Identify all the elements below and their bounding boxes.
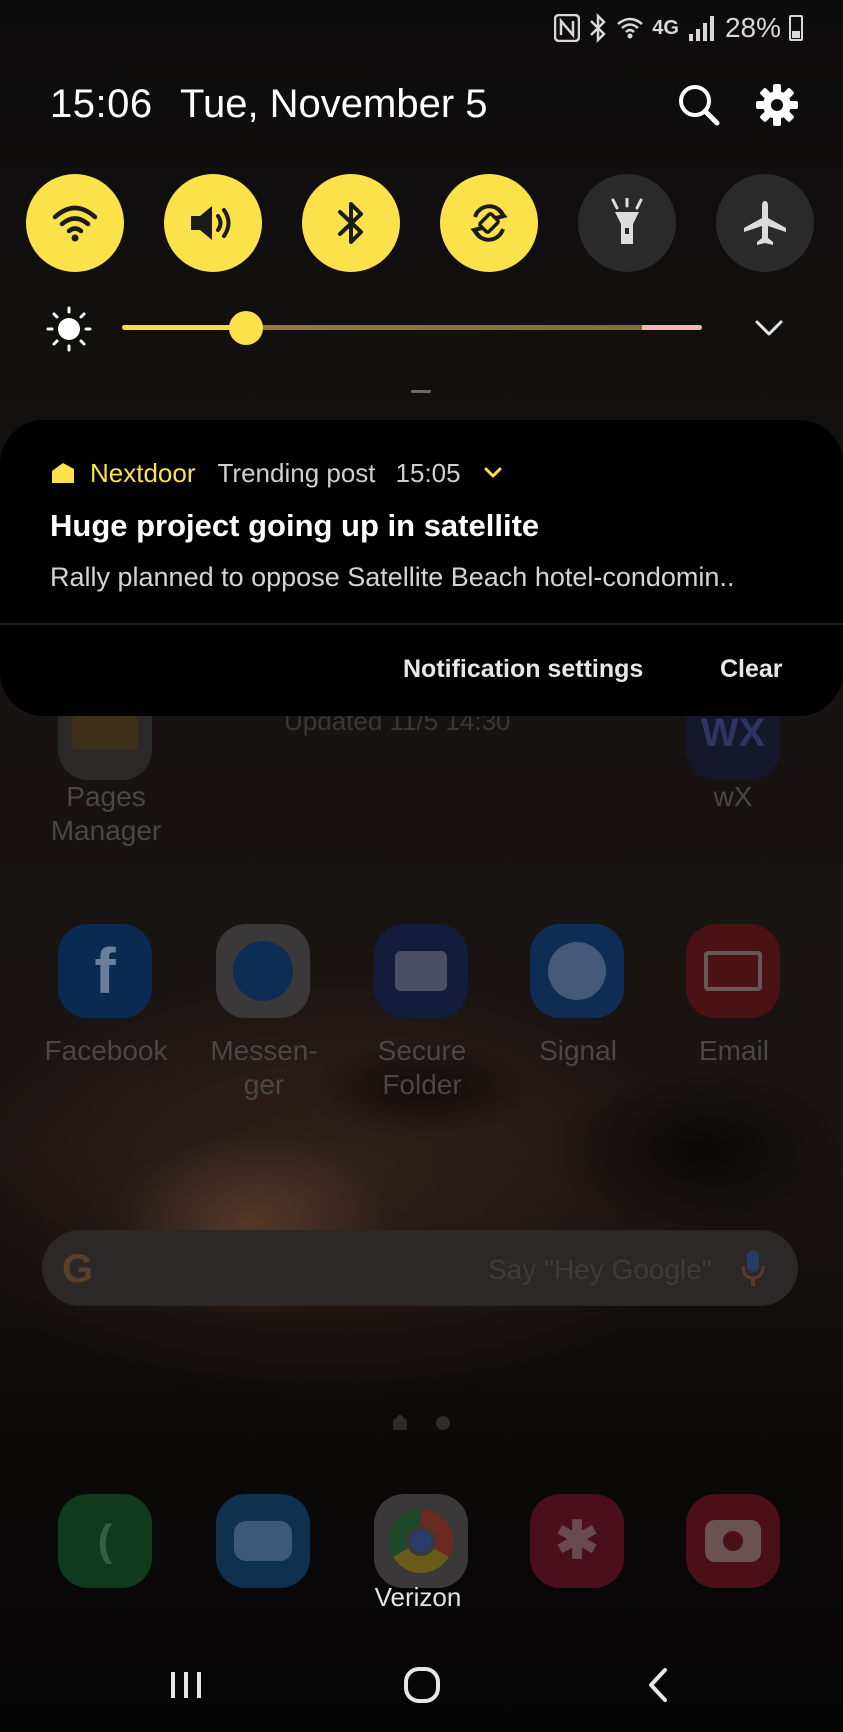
wifi-icon	[616, 14, 644, 42]
dock-folder-label: Verizon	[374, 1582, 462, 1612]
notification-title: Huge project going up in satellite	[50, 508, 540, 543]
pages-manager-glyph	[72, 716, 138, 750]
chrome-icon	[389, 1509, 453, 1573]
facebook-label: Facebook	[44, 1035, 168, 1066]
email-app-icon[interactable]	[686, 924, 780, 1018]
home-wallpaper	[0, 0, 843, 1732]
messenger-label: Messen-ger	[210, 1035, 318, 1100]
camera-icon	[705, 1520, 761, 1562]
notification-app-name: Nextdoor	[90, 457, 196, 488]
wx-icon-text: WX	[700, 710, 766, 755]
messenger-app-icon[interactable]	[216, 924, 310, 1018]
clear-button[interactable]: Clear	[720, 655, 783, 684]
bixby-app-icon[interactable]: ✱	[530, 1494, 624, 1588]
signal-label: Signal	[539, 1035, 617, 1066]
nfc-icon	[554, 14, 581, 42]
pages-manager-label: Pages Manager	[50, 781, 162, 846]
shade-drag-handle[interactable]	[411, 390, 431, 393]
brightness-sun-icon	[46, 306, 92, 352]
battery-icon	[789, 15, 803, 41]
battery-percent: 28%	[724, 12, 781, 43]
secure-folder-label: Secure Folder	[377, 1035, 467, 1100]
chrome-app-icon[interactable]	[374, 1494, 468, 1588]
airplane-mode-toggle[interactable]	[716, 174, 814, 272]
page-dot	[436, 1416, 450, 1430]
home-button[interactable]	[392, 1660, 452, 1710]
chevron-down-icon[interactable]	[754, 318, 784, 338]
sound-toggle[interactable]	[164, 174, 262, 272]
status-bar: 4G 28%	[554, 8, 803, 48]
settings-gear-icon[interactable]	[754, 82, 800, 128]
camera-app-icon[interactable]	[686, 1494, 780, 1588]
search-icon[interactable]	[676, 82, 722, 128]
search-placeholder: Say "Hey Google"	[488, 1254, 712, 1285]
chat-bubble-icon	[234, 1521, 292, 1561]
messenger-icon	[233, 941, 293, 1001]
nextdoor-house-icon	[52, 463, 74, 483]
back-button[interactable]	[628, 1660, 688, 1710]
envelope-icon	[704, 951, 762, 991]
recent-apps-button[interactable]	[156, 1660, 216, 1710]
wifi-icon	[52, 205, 98, 242]
date: Tue, November 5	[180, 82, 488, 126]
brightness-slider-track[interactable]	[122, 325, 702, 330]
speaker-icon	[191, 206, 231, 240]
rotate-icon	[470, 204, 508, 242]
signal-icon	[548, 942, 606, 1000]
wx-label: wX	[713, 781, 753, 812]
notification-time: 15:05	[395, 457, 461, 488]
bluetooth-toggle[interactable]	[302, 174, 400, 272]
clock: 15:06	[50, 82, 153, 126]
expand-chevron-icon[interactable]	[483, 466, 503, 480]
phone-app-icon[interactable]: (	[58, 1494, 152, 1588]
flashlight-toggle[interactable]	[578, 174, 676, 272]
auto-rotate-toggle[interactable]	[440, 174, 538, 272]
notification-category: Trending post	[217, 457, 376, 488]
microphone-icon[interactable]	[740, 1248, 766, 1288]
folder-lock-icon	[395, 951, 447, 991]
facebook-icon: f	[94, 935, 116, 1007]
bluetooth-icon	[588, 13, 608, 43]
brightness-slider-thumb[interactable]	[229, 311, 263, 345]
notification-divider	[0, 623, 843, 625]
secure-folder-app-icon[interactable]	[374, 924, 468, 1018]
flower-icon: ✱	[555, 1512, 599, 1570]
notification-settings-button[interactable]: Notification settings	[403, 655, 643, 684]
phone-icon: (	[97, 1516, 113, 1565]
flashlight-icon	[611, 198, 643, 244]
notification-header: Nextdoor Trending post 15:05	[50, 455, 503, 491]
email-label: Email	[698, 1035, 769, 1066]
messages-app-icon[interactable]	[216, 1494, 310, 1588]
wifi-toggle[interactable]	[26, 174, 124, 272]
facebook-app-icon[interactable]: f	[58, 924, 152, 1018]
recent-apps-icon	[171, 1672, 201, 1698]
notification-body: Rally planned to oppose Satellite Beach …	[50, 562, 735, 592]
bluetooth-icon	[338, 202, 363, 244]
signal-app-icon[interactable]	[530, 924, 624, 1018]
airplane-icon	[744, 201, 786, 245]
back-icon	[649, 1668, 667, 1702]
network-type: 4G	[652, 16, 679, 39]
home-icon	[404, 1667, 440, 1703]
google-g-icon: G	[62, 1247, 94, 1291]
signal-icon	[687, 14, 717, 42]
